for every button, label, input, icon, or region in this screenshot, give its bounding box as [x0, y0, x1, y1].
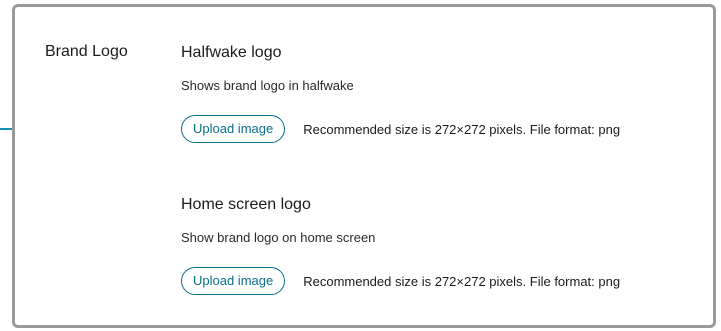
halfwake-upload-hint: Recommended size is 272×272 pixels. File…: [303, 121, 621, 137]
halfwake-logo-setting: Halfwake logo Shows brand logo in halfwa…: [181, 44, 620, 143]
home-screen-logo-title: Home screen logo: [181, 196, 311, 213]
home-screen-upload-image-button[interactable]: Upload image: [181, 267, 286, 295]
halfwake-logo-description: Shows brand logo in halfwake: [181, 78, 354, 93]
halfwake-logo-title: Halfwake logo: [181, 44, 282, 61]
home-screen-logo-setting: Home screen logo Show brand logo on home…: [181, 196, 620, 295]
halfwake-upload-row: Upload image Recommended size is 272×272…: [181, 115, 620, 143]
section-label: Brand Logo: [45, 43, 128, 60]
halfwake-upload-image-button[interactable]: Upload image: [181, 115, 286, 143]
brand-logo-panel: Brand Logo Halfwake logo Shows brand log…: [12, 4, 716, 328]
screenshot-stage: Brand Logo Halfwake logo Shows brand log…: [0, 0, 721, 331]
home-screen-upload-hint: Recommended size is 272×272 pixels. File…: [303, 273, 621, 289]
home-screen-logo-description: Show brand logo on home screen: [181, 230, 376, 245]
home-screen-upload-row: Upload image Recommended size is 272×272…: [181, 267, 620, 295]
